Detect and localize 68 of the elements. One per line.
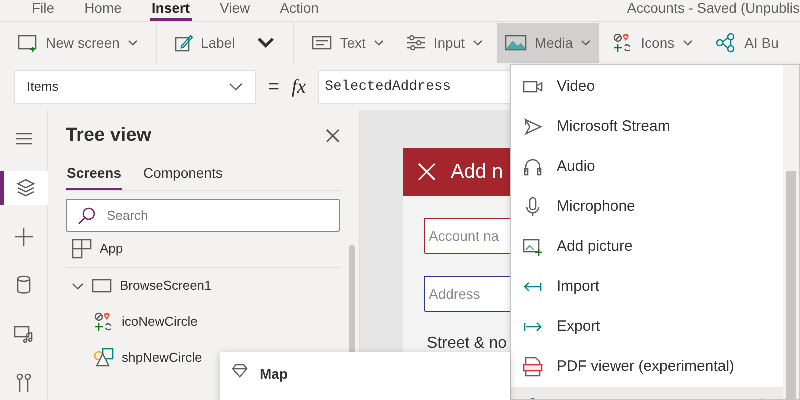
- ribbon-button[interactable]: Input: [398, 23, 492, 63]
- add-picture-icon: [523, 237, 543, 257]
- panel-tab[interactable]: Screens: [66, 158, 122, 190]
- menu-item[interactable]: Add picture: [511, 227, 783, 267]
- tree-item[interactable]: App: [100, 239, 124, 259]
- menu-item[interactable]: Microsoft Stream: [511, 107, 783, 147]
- media-icon: [14, 324, 34, 344]
- play-stream-icon: [523, 117, 543, 137]
- menu-item[interactable]: Microphone: [511, 187, 783, 227]
- chevron-down-icon: [229, 83, 243, 91]
- menu-tab[interactable]: Insert: [150, 1, 192, 21]
- form-title: Add n: [451, 160, 504, 185]
- ribbon-button[interactable]: Icons: [605, 23, 701, 63]
- chevron-down-icon: [682, 40, 693, 46]
- ribbon-button[interactable]: Media: [497, 23, 600, 63]
- search-icon: [78, 206, 96, 224]
- new-screen-icon: [18, 34, 38, 52]
- tooltip-title: Map: [260, 365, 288, 384]
- chevron-down-icon: [128, 40, 138, 46]
- pdf-document-icon: [523, 357, 543, 377]
- document-title: Accounts - Saved (Unpublis: [627, 1, 800, 18]
- input-field[interactable]: Account na: [424, 218, 510, 254]
- chevron-down-icon: [257, 37, 276, 49]
- ribbon-button[interactable]: AI Bu: [706, 23, 787, 63]
- diamond-icon: [232, 364, 248, 378]
- ribbon-button[interactable]: Text: [304, 23, 392, 63]
- pencil-icon: [174, 34, 193, 52]
- screen-icon: [92, 278, 112, 292]
- shapes-icon: [94, 348, 114, 368]
- ribbon-button[interactable]: Label: [166, 23, 244, 63]
- chevron-down-icon: [374, 40, 384, 46]
- input-field[interactable]: Address: [424, 276, 510, 312]
- app-grid-icon: [72, 239, 92, 259]
- plus-icon: [14, 226, 34, 247]
- sliders-icon: [406, 35, 426, 51]
- icons-icon: [613, 33, 634, 53]
- menu-tab[interactable]: File: [30, 1, 57, 21]
- tree-item[interactable]: shpNewCircle: [122, 348, 202, 368]
- menu-tab[interactable]: Action: [278, 1, 322, 21]
- menu-item[interactable]: Export: [511, 307, 783, 347]
- panel-tab[interactable]: Components: [142, 158, 224, 190]
- image-icon: [505, 35, 528, 51]
- text-box-icon: [312, 36, 332, 50]
- scrollbar[interactable]: [783, 65, 799, 399]
- panel-title: Tree view: [66, 124, 152, 148]
- chevron-down-icon: [473, 40, 484, 46]
- menu-item[interactable]: Import: [511, 267, 783, 307]
- menu-item[interactable]: Video: [511, 67, 783, 107]
- tree-item[interactable]: icoNewCircle: [122, 312, 198, 332]
- field-label: Street & no: [427, 334, 508, 354]
- menu-tab[interactable]: Home: [82, 1, 124, 21]
- equals-sign: =: [268, 75, 280, 100]
- menu-tab[interactable]: View: [218, 1, 252, 21]
- close-icon[interactable]: [325, 128, 341, 144]
- close-icon: [417, 162, 437, 182]
- function-sign: fx: [292, 75, 306, 100]
- icons-icon: [94, 312, 114, 332]
- menu-item[interactable]: PDF viewer (experimental): [511, 347, 783, 387]
- rail-button[interactable]: [0, 170, 48, 206]
- ribbon-button[interactable]: New screen: [10, 23, 146, 63]
- menu-item[interactable]: Audio: [511, 147, 783, 187]
- headphones-icon: [523, 157, 543, 177]
- property-dropdown[interactable]: Items: [14, 70, 256, 104]
- layers-icon: [16, 178, 36, 198]
- tree-item[interactable]: BrowseScreen1: [120, 276, 212, 296]
- network-nodes-icon: [714, 33, 737, 53]
- chevron-down-icon: [581, 40, 592, 46]
- search-field[interactable]: Search: [66, 198, 340, 232]
